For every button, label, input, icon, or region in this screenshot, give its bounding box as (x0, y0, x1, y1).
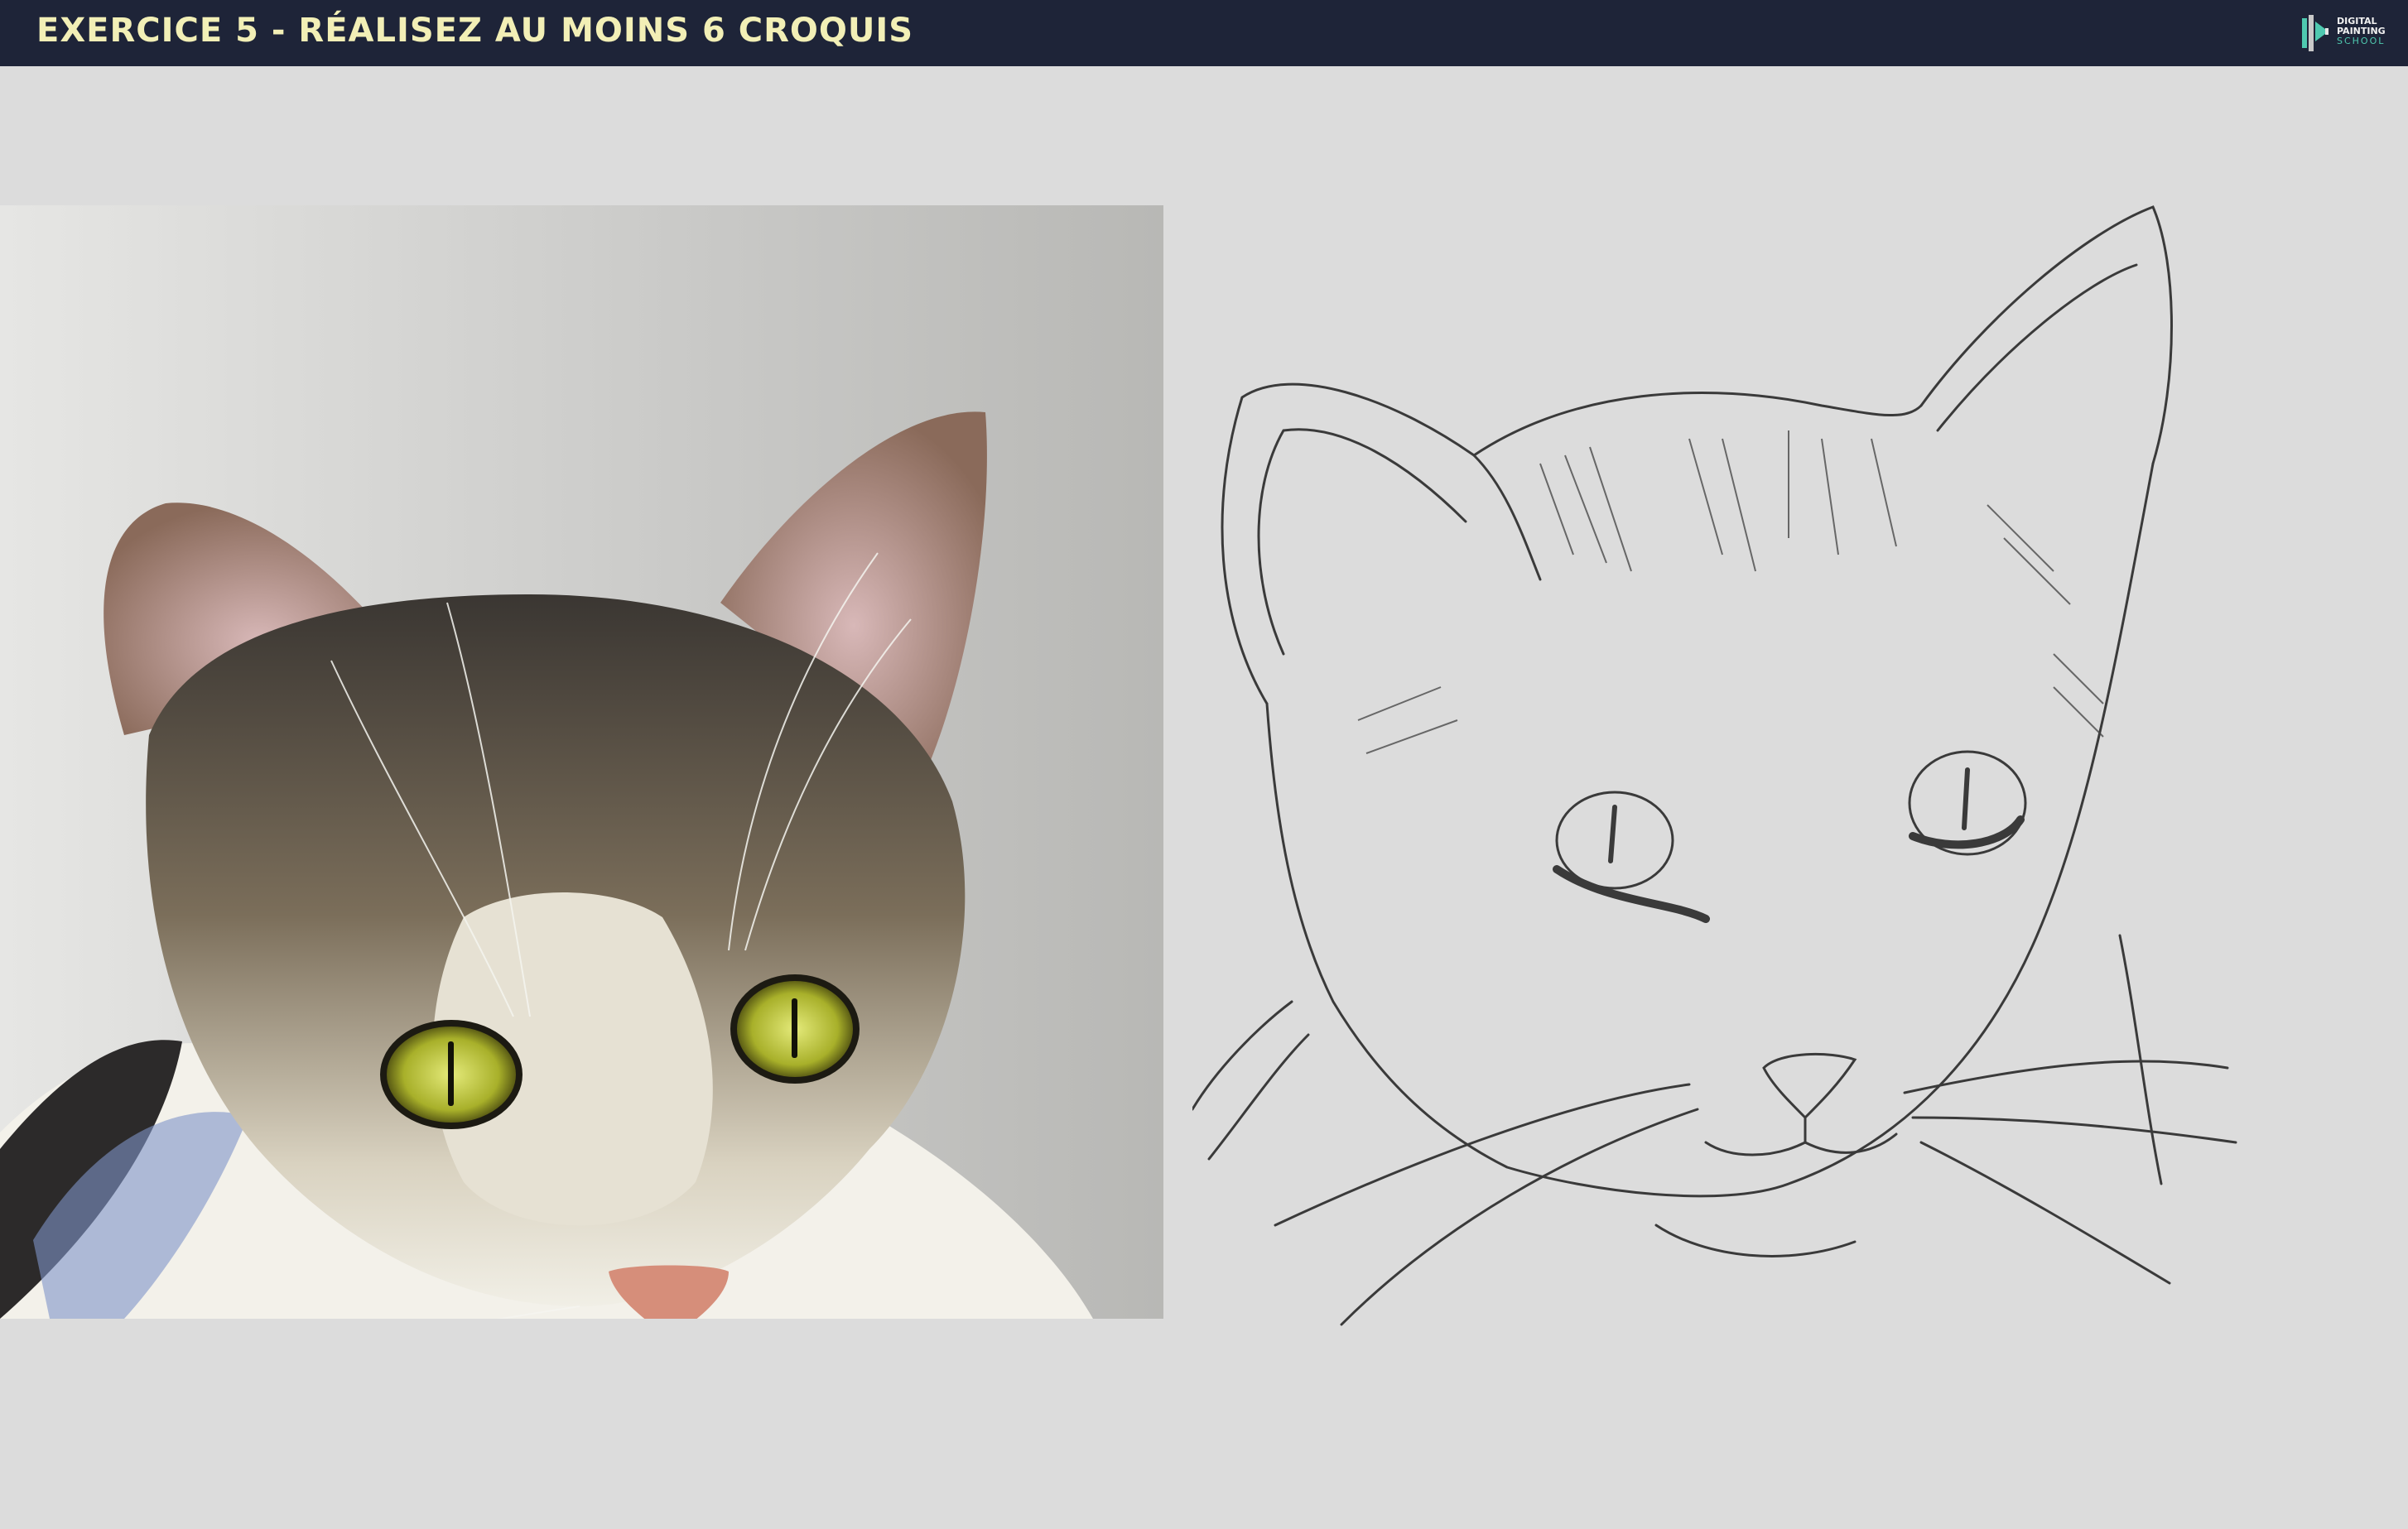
logo-line-3: SCHOOL (2337, 36, 2386, 46)
reference-photo (0, 205, 1163, 1319)
logo-text: DIGITAL PAINTING SCHOOL (2337, 17, 2386, 46)
school-logo: DIGITAL PAINTING SCHOOL (2300, 12, 2398, 55)
header-bar: EXERCICE 5 - RÉALISEZ AU MOINS 6 CROQUIS… (0, 0, 2408, 66)
exercise-title: EXERCICE 5 - RÉALISEZ AU MOINS 6 CROQUIS (36, 12, 914, 50)
cat-sketch (1192, 205, 2237, 1326)
brush-logo-icon (2302, 15, 2329, 51)
